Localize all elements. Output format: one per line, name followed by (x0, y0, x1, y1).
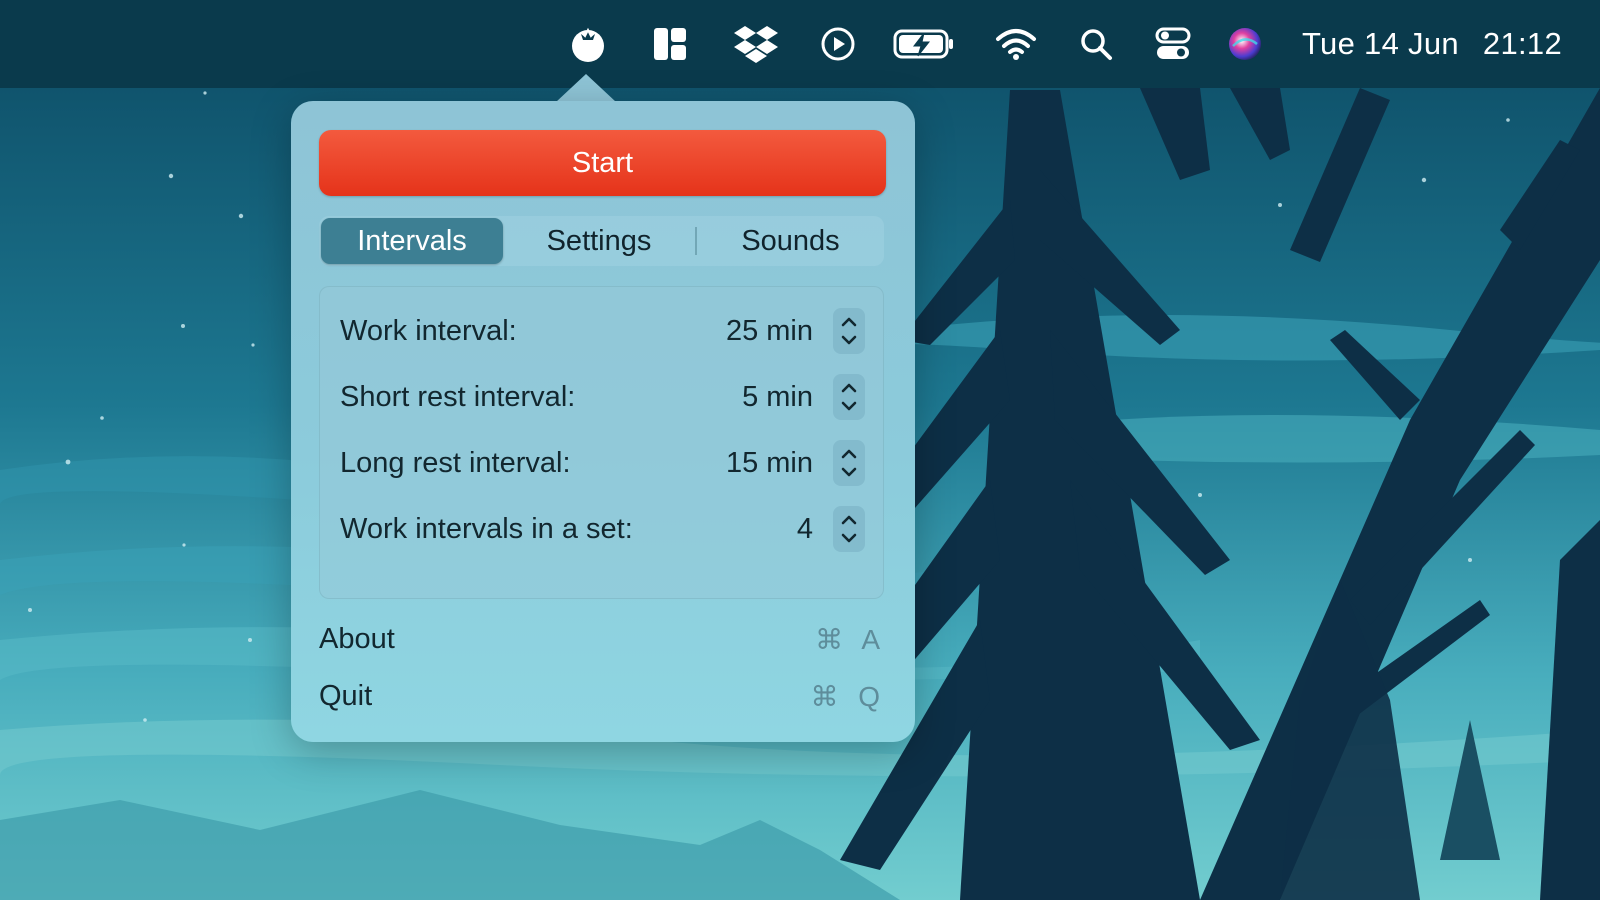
layout-icon[interactable] (650, 22, 690, 66)
menubar-clock[interactable]: Tue 14 Jun 21:12 (1302, 22, 1562, 66)
tab-bar: Intervals Settings Sounds (319, 216, 884, 266)
tab-intervals[interactable]: Intervals (321, 218, 503, 264)
menubar-time: 21:12 (1482, 26, 1562, 61)
dropbox-icon[interactable] (732, 22, 780, 66)
control-center-icon[interactable] (1153, 22, 1193, 66)
work-intervals-set-row: Work intervals in a set: 4 (340, 505, 865, 553)
work-intervals-set-value: 4 (796, 512, 813, 545)
menubar-date: Tue 14 Jun (1301, 26, 1459, 61)
menu-item-about[interactable]: About ⌘ A (319, 617, 886, 661)
battery-charging-icon[interactable] (892, 22, 956, 66)
start-button[interactable]: Start (319, 130, 886, 196)
menu-bar: Tue 14 Jun 21:12 (0, 0, 1600, 88)
chevron-up-down-icon (841, 515, 857, 543)
chevron-up-down-icon (841, 383, 857, 411)
about-label: About (319, 622, 395, 655)
siri-icon[interactable] (1225, 22, 1265, 66)
work-interval-label: Work interval: (340, 314, 517, 347)
short-rest-stepper[interactable] (833, 374, 865, 420)
long-rest-label: Long rest interval: (340, 446, 571, 479)
quit-label: Quit (319, 679, 373, 712)
popover-arrow (556, 74, 616, 102)
short-rest-row: Short rest interval: 5 min (340, 373, 865, 421)
quit-shortcut: ⌘ Q (810, 680, 886, 712)
chevron-up-down-icon (841, 449, 857, 477)
tab-settings[interactable]: Settings (503, 218, 695, 264)
about-shortcut: ⌘ A (815, 623, 886, 655)
menu-item-quit[interactable]: Quit ⌘ Q (319, 674, 886, 718)
pomodoro-popover: Start Intervals Settings Sounds Work int… (291, 101, 915, 742)
work-interval-value: 25 min (725, 314, 813, 347)
play-icon[interactable] (818, 22, 858, 66)
tab-sounds[interactable]: Sounds (697, 218, 884, 264)
chevron-up-down-icon (841, 317, 857, 345)
long-rest-stepper[interactable] (833, 440, 865, 486)
long-rest-value: 15 min (725, 446, 813, 479)
work-intervals-set-stepper[interactable] (833, 506, 865, 552)
intervals-panel: Work interval: 25 min Short rest interva… (319, 286, 884, 599)
work-intervals-set-label: Work intervals in a set: (340, 512, 633, 545)
tomato-icon[interactable] (566, 22, 610, 66)
work-interval-stepper[interactable] (833, 308, 865, 354)
short-rest-label: Short rest interval: (340, 380, 576, 413)
search-icon[interactable] (1078, 22, 1114, 66)
work-interval-row: Work interval: 25 min (340, 307, 865, 355)
short-rest-value: 5 min (742, 380, 813, 413)
long-rest-row: Long rest interval: 15 min (340, 439, 865, 487)
wifi-icon[interactable] (994, 22, 1038, 66)
